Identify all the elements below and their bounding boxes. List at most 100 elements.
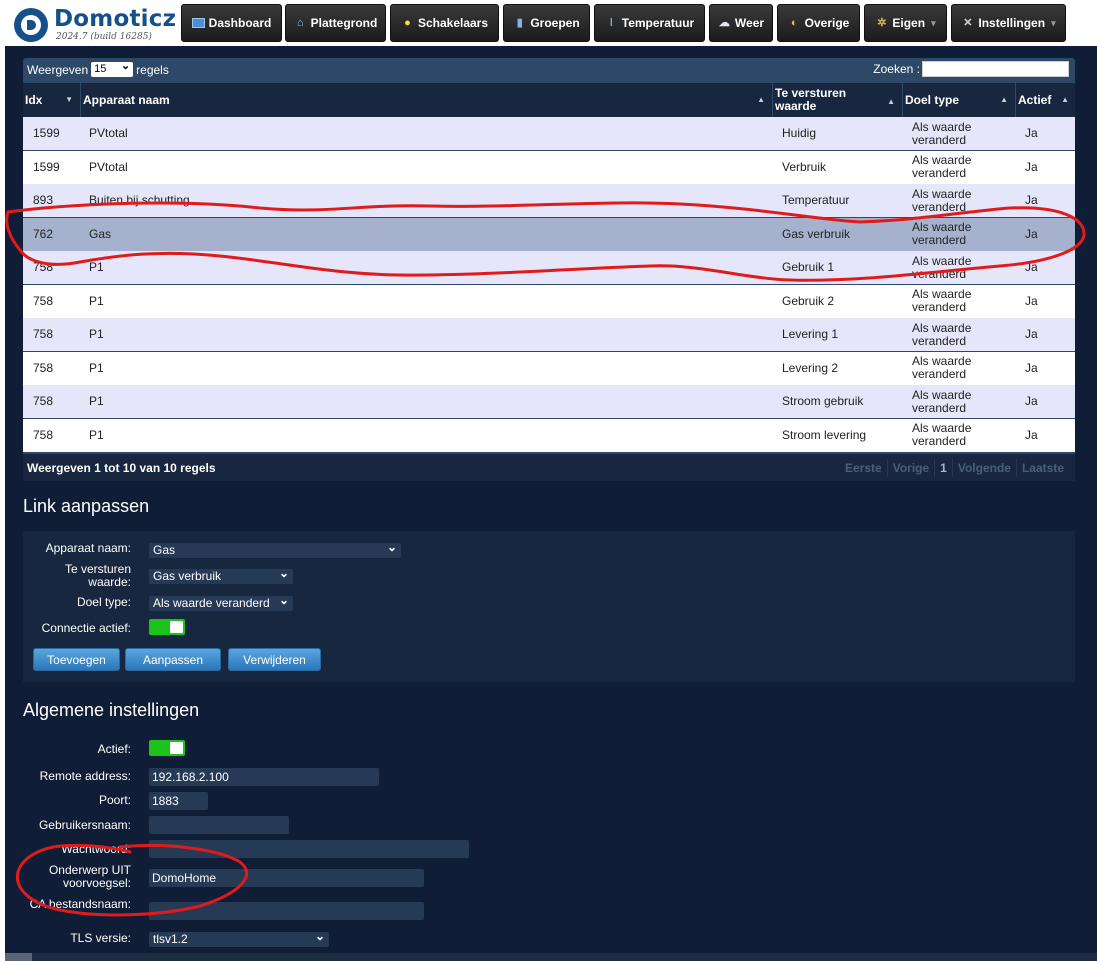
table-row[interactable]: 758 P1 Levering 2 Als waarde veranderd Ja <box>23 351 1075 385</box>
add-button[interactable]: Toevoegen <box>33 648 120 671</box>
cell-target-type: Als waarde veranderd <box>912 387 972 415</box>
pager-next[interactable]: Volgende <box>951 459 1016 477</box>
password-label: Wachtwoord: <box>61 842 131 856</box>
cell-device-name: Gas <box>89 226 112 241</box>
remote-address-input[interactable]: 192.168.2.100 <box>149 768 379 786</box>
pager-last[interactable]: Laatste <box>1015 459 1069 477</box>
target-type-label: Doel type: <box>76 595 131 609</box>
table-header: Idx ▼ Apparaat naam ▲ Te versturen waard… <box>23 83 1075 117</box>
link-edit-panel: Apparaat naam: Gas Te versturen waarde: … <box>23 531 1075 682</box>
cell-target-type: Als waarde veranderd <box>912 320 972 348</box>
topic-prefix-input[interactable]: DomoHome <box>149 869 424 887</box>
cell-device-name: P1 <box>89 394 104 408</box>
nav-plattegrond[interactable]: ⌂ Plattegrond <box>285 4 386 42</box>
nav-eigen[interactable]: ✲ Eigen ▾ <box>864 4 947 42</box>
password-input[interactable] <box>149 840 469 858</box>
cell-idx: 762 <box>33 226 54 241</box>
delete-button[interactable]: Verwijderen <box>228 648 321 671</box>
nav-groepen[interactable]: ▮ Groepen <box>503 4 590 42</box>
nav-schakelaars[interactable]: ● Schakelaars <box>390 4 499 42</box>
table-row[interactable]: 1599 PVtotal Huidig Als waarde veranderd Ja <box>23 117 1075 150</box>
nav-instellingen[interactable]: ✕ Instellingen ▾ <box>951 4 1066 42</box>
horizontal-scrollbar[interactable] <box>5 953 1097 961</box>
monitor-icon <box>191 18 205 28</box>
cell-target-type: Als waarde veranderd <box>912 253 972 281</box>
cell-device-name: P1 <box>89 260 104 274</box>
general-settings-title: Algemene instellingen <box>23 700 200 720</box>
cell-idx: 893 <box>33 193 54 207</box>
column-device-name[interactable]: Apparaat naam ▲ <box>81 83 771 117</box>
pager-prev[interactable]: Vorige <box>886 459 934 477</box>
search-input[interactable] <box>922 61 1069 77</box>
cell-target-type: Als waarde veranderd <box>912 153 972 180</box>
column-idx[interactable]: Idx ▼ <box>23 83 79 117</box>
misc-icon: ◐ <box>790 16 798 29</box>
update-button[interactable]: Aanpassen <box>125 648 221 671</box>
thermometer-icon: ǀ <box>609 16 613 29</box>
username-input[interactable] <box>149 816 289 834</box>
pager-first[interactable]: Eerste <box>840 459 887 477</box>
table-row[interactable]: 758 P1 Gebruik 2 Als waarde veranderd Ja <box>23 284 1075 318</box>
page-length-control: Weergeven 15 regels <box>27 59 169 77</box>
cell-active: Ja <box>1025 193 1038 207</box>
cell-idx: 758 <box>33 327 54 341</box>
table-row[interactable]: 758 P1 Gebruik 1 Als waarde veranderd Ja <box>23 251 1075 284</box>
table-toolbar: Weergeven 15 regels Zoeken : <box>23 58 1075 82</box>
connection-active-label: Connectie actief: <box>41 621 131 635</box>
table-info: Weergeven 1 tot 10 van 10 regels <box>27 461 216 475</box>
target-type-select[interactable]: Als waarde veranderd <box>149 593 293 611</box>
content-area: Weergeven 15 regels Zoeken : Idx ▼ Appar… <box>5 46 1097 961</box>
cell-send-value: Gas verbruik <box>782 226 851 241</box>
table-row[interactable]: 758 P1 Levering 1 Als waarde veranderd Ja <box>23 318 1075 351</box>
cell-device-name: PVtotal <box>89 126 128 140</box>
table-row[interactable]: 1599 PVtotal Verbruik Als waarde veranderd J… <box>23 150 1075 184</box>
device-select[interactable]: Gas <box>149 540 401 558</box>
nav-weer[interactable]: ☁ Weer <box>709 4 773 42</box>
cell-target-type: Als waarde veranderd <box>912 287 972 314</box>
column-active[interactable]: Actief ▲ <box>1016 83 1075 117</box>
table-row[interactable]: 758 P1 Stroom levering Als waarde veranderd… <box>23 418 1075 452</box>
nav-temperatuur[interactable]: ǀ Temperatuur <box>594 4 705 42</box>
links-table-panel: Weergeven 15 regels Zoeken : Idx ▼ Appar… <box>23 58 1075 481</box>
app-name: Domoticz <box>54 6 177 32</box>
cell-idx: 758 <box>33 360 54 375</box>
send-value-select[interactable]: Gas verbruik <box>149 566 293 584</box>
cell-target-type: Als waarde veranderd <box>912 186 972 214</box>
cell-active: Ja <box>1025 126 1038 140</box>
scrollbar-thumb[interactable] <box>5 953 32 961</box>
domoticz-logo-icon <box>14 8 48 42</box>
cell-device-name: PVtotal <box>89 159 128 174</box>
cell-send-value: Temperatuur <box>782 193 850 207</box>
app-build: 2024.7 (build 16285) <box>56 32 152 42</box>
table-row-selected[interactable]: 762 Gas Gas verbruik Als waarde veranderd Ja <box>23 217 1075 251</box>
cell-active: Ja <box>1025 427 1038 442</box>
cell-send-value: Huidig <box>782 126 817 140</box>
table-row[interactable]: 758 P1 Stroom gebruik Als waarde veranderd J… <box>23 385 1075 418</box>
cell-send-value: Gebruik 2 <box>782 293 835 308</box>
port-label: Poort: <box>98 793 131 807</box>
search-label: Zoeken : <box>873 62 920 76</box>
port-input[interactable]: 1883 <box>149 792 208 810</box>
page-length-select[interactable]: 15 <box>91 59 134 77</box>
column-target-type[interactable]: Doel type ▲ <box>903 83 1014 117</box>
domoticz-logo[interactable]: Domoticz 2024.7 (build 16285) <box>14 6 177 42</box>
nav-dashboard[interactable]: Dashboard <box>181 4 282 42</box>
topic-prefix-label: Onderwerp UIT voorvoegsel: <box>48 863 131 890</box>
cell-active: Ja <box>1025 394 1038 408</box>
table-row[interactable]: 893 Buiten bij schutting Temperatuur Als wa… <box>23 184 1075 217</box>
general-active-toggle[interactable] <box>149 740 185 756</box>
cell-target-type: Als waarde veranderd <box>912 119 972 147</box>
sort-icon: ▲ <box>1061 95 1069 104</box>
house-icon: ⌂ <box>296 16 304 29</box>
column-send-value[interactable]: Te versturen waarde ▲ <box>773 83 901 117</box>
nav-overige[interactable]: ◐ Overige <box>777 4 860 42</box>
cell-active: Ja <box>1025 360 1038 375</box>
tls-version-select[interactable]: tlsv1.2 <box>149 929 329 947</box>
cell-device-name: P1 <box>89 427 104 442</box>
pager-page-1[interactable]: 1 <box>934 459 952 477</box>
cell-target-type: Als waarde veranderd <box>912 354 972 381</box>
lightbulb-icon: ● <box>404 16 411 29</box>
tls-version-label: TLS versie: <box>70 931 131 945</box>
ca-filename-input[interactable] <box>149 902 424 920</box>
connection-active-toggle[interactable] <box>149 619 185 635</box>
